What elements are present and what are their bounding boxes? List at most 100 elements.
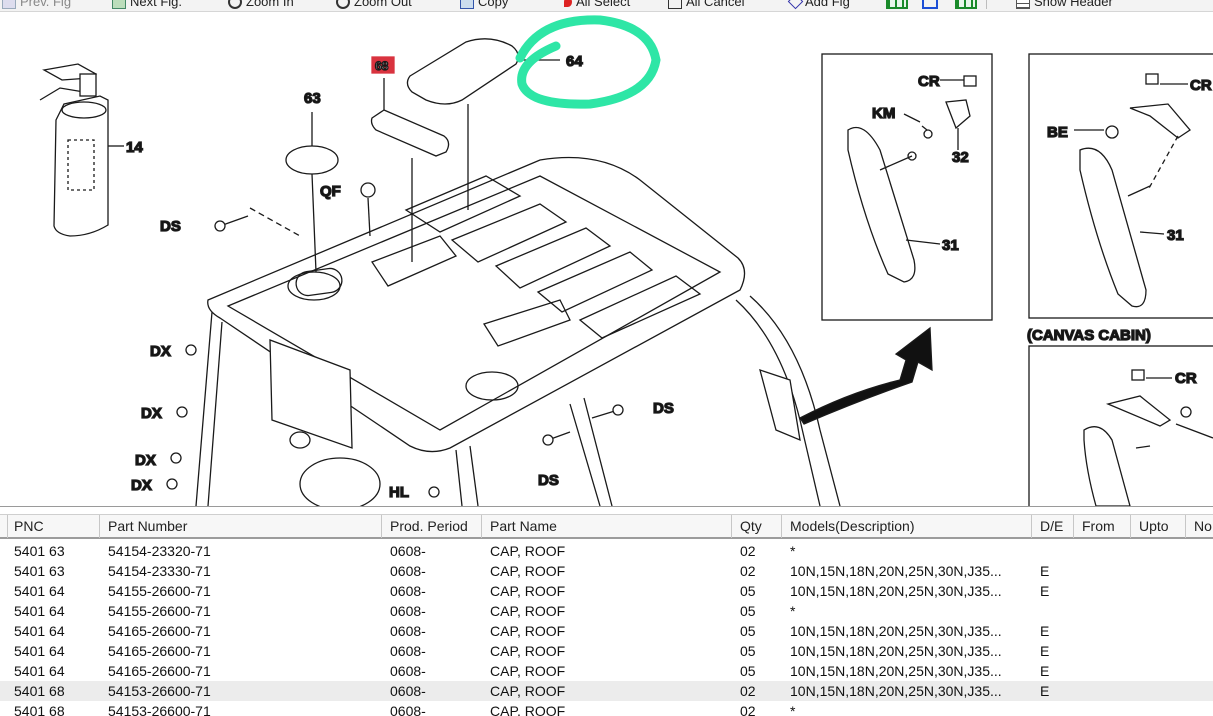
callout-cr-3: CR [1175, 370, 1197, 387]
show-header-label: Show Header [1034, 0, 1113, 9]
cell-de: E [1040, 683, 1050, 699]
green-grid-icon[interactable] [886, 0, 908, 9]
cell-qty: 05 [740, 583, 756, 599]
cell-part-name: CAP, ROOF [490, 683, 566, 699]
table-row[interactable]: 5401 63 54154-23320-71 0608- CAP, ROOF 02 * [0, 541, 1213, 561]
zoom-in-button[interactable]: Zoom In [228, 0, 294, 12]
all-select-label: All Select [576, 0, 631, 9]
copy-icon [460, 0, 474, 9]
cell-part-number: 54155-26600-71 [108, 583, 211, 599]
table-row[interactable]: 5401 64 54155-26600-71 0608- CAP, ROOF 05 * [0, 601, 1213, 621]
cell-part-name: CAP, ROOF [490, 603, 566, 619]
roof-cap-68 [370, 109, 450, 157]
callout-31-b: 31 [1167, 227, 1184, 244]
cell-de [1026, 541, 1040, 561]
callout-dx-2: DX [141, 405, 162, 422]
cell-part-number: 54165-26600-71 [108, 643, 211, 659]
table-row[interactable]: 5401 64 54165-26600-71 0608- CAP, ROOF 05 10N… [0, 621, 1213, 641]
table-row[interactable]: 5401 68 54153-26600-71 0608- CAP, ROOF 02 10N… [0, 681, 1213, 701]
show-header-icon [1016, 0, 1030, 9]
grid-header: PNC Part Number Prod. Period Part Name Q… [0, 514, 1213, 539]
column-header-marker[interactable] [0, 515, 8, 538]
all-cancel-icon [668, 0, 682, 9]
add-fig-label: Add Fig [805, 0, 850, 9]
column-header-de[interactable]: D/E [1032, 515, 1074, 538]
cell-models: 10N,15N,18N,20N,25N,30N,J35... [790, 563, 1002, 579]
cell-part-number: 54165-26600-71 [108, 623, 211, 639]
add-fig-button[interactable]: Add Fig [787, 0, 850, 12]
table-row[interactable]: 5401 64 54165-26600-71 0608- CAP, ROOF 05 10N… [0, 641, 1213, 661]
cell-models: 10N,15N,18N,20N,25N,30N,J35... [790, 583, 1002, 599]
cell-prod-period: 0608- [390, 643, 426, 659]
cell-pnc: 5401 64 [14, 603, 65, 619]
column-header-part-name[interactable]: Part Name [482, 515, 732, 538]
column-header-part-number[interactable]: Part Number [100, 515, 382, 538]
column-header-prod-period[interactable]: Prod. Period [382, 515, 482, 538]
column-header-qty[interactable]: Qty [732, 515, 782, 538]
cell-models: 10N,15N,18N,20N,25N,30N,J35... [790, 683, 1002, 699]
parts-grid: PNC Part Number Prod. Period Part Name Q… [0, 506, 1213, 716]
all-select-button[interactable]: All Select [564, 0, 630, 12]
zoom-out-button[interactable]: Zoom Out [336, 0, 412, 12]
highlight-scribble [515, 15, 661, 109]
cell-de [1026, 701, 1040, 716]
cell-qty: 05 [740, 603, 756, 619]
roof-cap-64 [406, 38, 519, 105]
cell-part-name: CAP, ROOF [490, 583, 566, 599]
prev-fig-label: Prev. Fig [20, 0, 72, 9]
column-header-pnc[interactable]: PNC [8, 515, 100, 538]
all-cancel-button[interactable]: All Cancel [668, 0, 745, 12]
cell-models: 10N,15N,18N,20N,25N,30N,J35... [790, 643, 1002, 659]
cell-qty: 02 [740, 703, 756, 716]
table-row[interactable]: 5401 63 54154-23330-71 0608- CAP, ROOF 02 10N… [0, 561, 1213, 581]
callout-hl: HL [389, 484, 409, 501]
cell-part-number: 54154-23330-71 [108, 563, 211, 579]
next-fig-icon [112, 0, 126, 9]
cell-qty: 02 [740, 683, 756, 699]
callout-cr-1: CR [918, 73, 940, 90]
column-header-upto[interactable]: Upto [1131, 515, 1186, 538]
callout-be: BE [1047, 124, 1068, 141]
callout-32: 32 [952, 149, 969, 166]
blue-page-icon[interactable] [922, 0, 938, 9]
cell-pnc: 5401 68 [14, 703, 65, 716]
table-row[interactable]: 5401 64 54165-26600-71 0608- CAP, ROOF 05 10N… [0, 661, 1213, 681]
column-header-no[interactable]: No [1186, 515, 1213, 538]
next-fig-button[interactable]: Next Fig. [112, 0, 182, 12]
copy-label: Copy [478, 0, 509, 9]
all-cancel-label: All Cancel [686, 0, 745, 9]
cell-part-name: CAP, ROOF [490, 563, 566, 579]
prev-fig-button[interactable]: Prev. Fig [2, 0, 71, 12]
table-row[interactable]: 5401 68 54153-26600-71 0608- CAP, ROOF 02 * [0, 701, 1213, 716]
cell-de: E [1040, 663, 1050, 679]
zoom-in-icon [228, 0, 242, 9]
cell-pnc: 5401 68 [14, 683, 65, 699]
cell-part-number: 54154-23320-71 [108, 543, 211, 559]
cell-models: * [790, 703, 796, 716]
callout-dx-1: DX [150, 343, 171, 360]
green-table-icon[interactable] [955, 0, 977, 9]
column-header-from[interactable]: From [1074, 515, 1131, 538]
cell-part-name: CAP, ROOF [490, 663, 566, 679]
show-header-button[interactable]: Show Header [1016, 0, 1113, 12]
column-header-models[interactable]: Models(Description) [782, 515, 1032, 538]
callout-ds-2: DS [538, 472, 559, 489]
callout-qf: QF [320, 183, 341, 200]
all-select-icon [564, 0, 572, 7]
cell-part-number: 54153-26600-71 [108, 683, 211, 699]
cell-de: E [1040, 563, 1050, 579]
parts-illustration[interactable]: 14 63 68 64 QF DS DX DX DX DX HL DS DS C… [0, 12, 1213, 506]
table-row[interactable]: 5401 64 54155-26600-71 0608- CAP, ROOF 05 10N… [0, 581, 1213, 601]
next-fig-label: Next Fig. [130, 0, 183, 9]
copy-button[interactable]: Copy [460, 0, 508, 12]
cell-prod-period: 0608- [390, 683, 426, 699]
cell-qty: 05 [740, 663, 756, 679]
cell-prod-period: 0608- [390, 583, 426, 599]
cell-part-number: 54165-26600-71 [108, 663, 211, 679]
callout-14: 14 [126, 139, 143, 156]
cell-models: * [790, 603, 796, 619]
fire-extinguisher-drawing [39, 63, 124, 237]
cell-prod-period: 0608- [390, 623, 426, 639]
zoom-out-label: Zoom Out [354, 0, 412, 9]
cell-prod-period: 0608- [390, 703, 426, 716]
